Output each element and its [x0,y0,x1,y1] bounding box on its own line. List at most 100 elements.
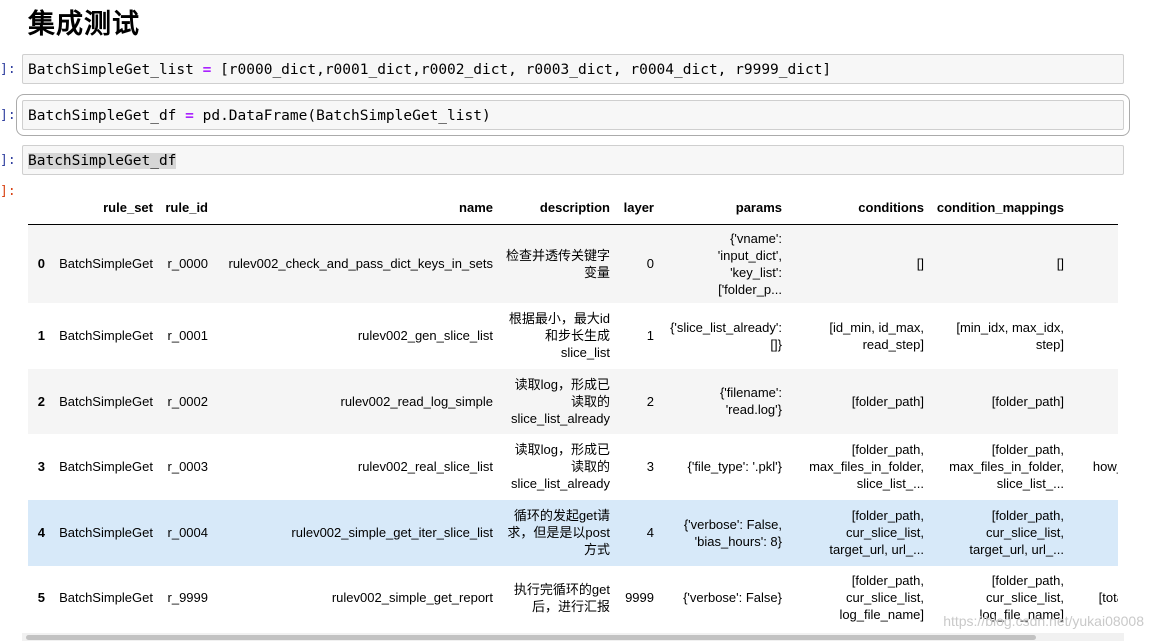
scrollbar-thumb[interactable] [26,635,1036,640]
cell-conditions: [id_min, id_max, read_step] [787,303,929,369]
cell-text: [folder_path] [851,393,924,409]
cell-conditions: [folder_path] [787,369,929,434]
cell-name: rulev002_simple_get_report [331,590,493,605]
column-header: condition_mappings [929,190,1069,225]
cell-rule-id: r_9999 [167,590,208,605]
cell-conditions: [folder_path, max_files_in_folder, slice… [787,434,929,500]
cell-params: {'slice_list_already': []} [659,303,787,369]
cell-text: [folder_path, cur_slice_list, target_url… [829,508,924,557]
cell-text: 执行完循环的get后，进行汇报 [513,581,610,614]
cell-prompt: ]: [0,153,16,168]
cell-text: {'filename': 'read.log'} [719,385,782,417]
cell-text: 读取log，形成已读取的slice_list_already [511,442,610,491]
table-row[interactable]: 3 BatchSimpleGet r_0003 rulev002_real_slice… [28,434,1118,500]
column-header: description [498,190,615,225]
column-header: layer [615,190,659,225]
row-index: 3 [37,459,45,474]
cell-text: 读取log，形成已读取的slice_list_already [511,376,610,426]
cell-rule-id: r_0003 [167,459,208,474]
cell-name: rulev002_real_slice_list [357,459,493,474]
column-header [1069,190,1118,225]
cell-name: rulev002_simple_get_iter_slice_list [291,525,493,540]
table-row[interactable]: 1 BatchSimpleGet r_0001 rulev002_gen_slice_… [28,303,1118,369]
cell-text: [] [1056,256,1064,272]
table-row[interactable]: 4 BatchSimpleGet r_0004 rulev002_simple_get… [28,499,1118,566]
cell-rule-id: r_0001 [167,328,208,343]
cell-name: rulev002_check_and_pass_dict_keys_in_set… [228,256,493,272]
cell-rule-id: r_0004 [167,525,208,540]
row-index: 4 [37,525,45,540]
column-header: params [659,190,787,225]
cell-text: how_many_ [1092,459,1118,474]
cell-params: {'file_type': '.pkl'} [659,434,787,500]
cell-rule-id: r_0000 [167,256,208,272]
cell-extra: [simp [1069,500,1118,566]
cell-description: 循环的发起get请求，但是是以post方式 [498,500,615,566]
cell-extra: max_ [1069,225,1118,303]
cell-prompt: ]: [0,108,16,123]
cell-text: {'slice_list_already': []} [670,319,782,352]
cell-text: [folder_path, max_files_in_folder, slice… [809,442,924,491]
cell-rule-set: BatchSimpleGet [59,256,153,272]
dataframe-output: rule_set rule_id name description layer … [28,190,1118,631]
table-row[interactable]: 0 BatchSimpleGet r_0000 rulev002_check_and_… [28,224,1118,303]
cell-text: [min_idx, max_idx, step] [956,319,1064,352]
cell-rule-set: BatchSimpleGet [59,393,153,409]
cell-text: [id_min, id_max, read_step] [829,319,924,352]
cell-text: [slic [1074,393,1118,410]
cell-text: 循环的发起get请求，但是是以post方式 [507,508,610,557]
code-text: BatchSimpleGet_list [28,62,203,78]
row-index: 0 [37,256,45,272]
cell-rule-set: BatchSimpleGet [59,590,153,605]
cell-conditions: [] [787,225,929,303]
cell-text: 检查并透传关键字变量 [506,247,611,280]
cell-params: {'verbose': False, 'bias_hours': 8} [659,500,787,566]
cell-description: 读取log，形成已读取的slice_list_already [498,369,615,434]
horizontal-scrollbar[interactable] [22,633,1124,641]
cell-rule-set: BatchSimpleGet [59,459,153,474]
cell-text: [folder_path, max_files_in_folder, slice… [949,442,1064,491]
cell-conditions: [folder_path, cur_slice_list, log_file_n… [787,566,929,630]
cell-params: {'verbose': False} [659,566,787,630]
cell-layer: 1 [646,328,654,343]
cell-condition-mappings: [folder_path, max_files_in_folder, slice… [929,434,1069,500]
cell-extra: how_many_ [1069,434,1118,500]
cell-rule-set: BatchSimpleGet [59,525,153,540]
cell-text: {'vname': 'input_dict', 'key_list': ['fo… [717,230,782,297]
row-index: 2 [37,393,45,409]
cell-text: {'verbose': False, 'bias_hours': 8} [683,516,782,549]
output-prompt: ]: [0,184,16,199]
table-row[interactable]: 2 BatchSimpleGet r_0002 rulev002_read_log_s… [28,368,1118,434]
cell-params: {'vname': 'input_dict', 'key_list': ['fo… [659,225,787,303]
index-header [28,190,50,225]
assign-operator: = [185,108,194,124]
cell-name: rulev002_gen_slice_list [357,328,493,343]
code-text: BatchSimpleGet_df [28,153,177,169]
cell-condition-mappings: [min_idx, max_idx, step] [929,303,1069,369]
code-text: pd.DataFrame(BatchSimpleGet_list) [193,108,491,124]
cell-condition-mappings: [folder_path] [929,369,1069,434]
cell-text: 根据最小，最大id和步长生成slice_list [508,311,610,360]
cell-condition-mappings: [folder_path, cur_slice_list, target_url… [929,500,1069,566]
column-header: name [213,190,498,225]
section-heading: 集成测试 [28,9,140,40]
table-header-row: rule_set rule_id name description layer … [28,190,1118,225]
cell-text: [folder_path, cur_slice_list, log_file_n… [839,573,924,622]
code-cell-2[interactable]: BatchSimpleGet_df = pd.DataFrame(BatchSi… [16,94,1130,136]
cell-description: 执行完循环的get后，进行汇报 [498,566,615,630]
code-cell-3[interactable]: BatchSimpleGet_df [22,145,1124,175]
code-cell-1[interactable]: BatchSimpleGet_list = [r0000_dict,r0001_… [22,54,1124,84]
cell-description: 读取log，形成已读取的slice_list_already [498,434,615,500]
cell-text: [total_ cur_ [1098,590,1118,605]
cell-layer: 3 [646,459,654,474]
cell-params: {'filename': 'read.log'} [659,369,787,434]
cell-prompt: ]: [0,62,16,77]
cell-name: rulev002_read_log_simple [340,393,494,409]
dataframe-table: rule_set rule_id name description layer … [28,190,1118,630]
cell-layer: 2 [646,393,654,409]
cell-text: {'verbose': False} [683,590,782,605]
cell-text: max_ [1074,255,1118,272]
cell-layer: 9999 [625,590,654,605]
column-header: conditions [787,190,929,225]
cell-text: [simp [1074,524,1118,541]
